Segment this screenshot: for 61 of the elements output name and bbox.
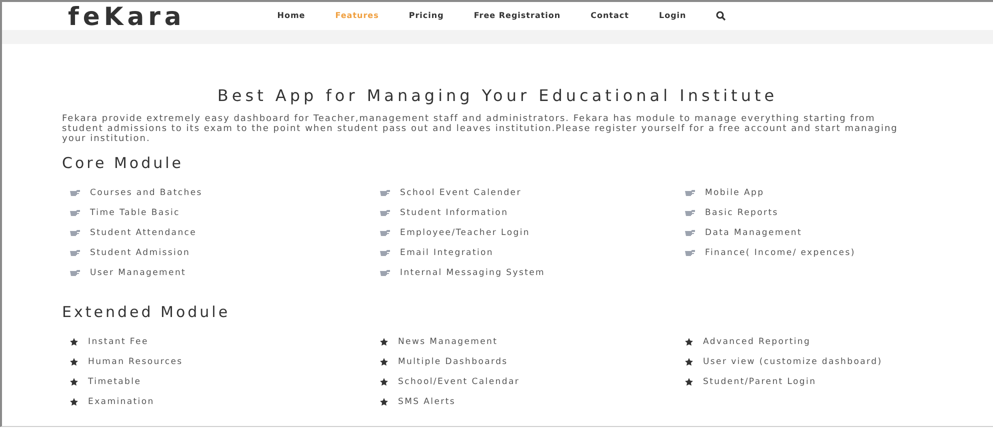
star-icon: [685, 338, 693, 346]
section-heading: Extended Module: [62, 305, 232, 320]
pointing-hand-icon: [685, 250, 695, 256]
star-icon: [70, 398, 78, 406]
module-item: User view (customize dashboard): [703, 356, 882, 368]
module-item: Examination: [88, 396, 154, 408]
module-item: Courses and Batches: [90, 186, 202, 200]
pointing-hand-icon: [685, 190, 695, 196]
star-icon: [685, 378, 693, 386]
description: Fekara provide extremely easy dashboard for Teacher,management staff and administrators. Fekara has module to manage everything starting from student admissions to its exam to the point when student pass out and leaves institution.Please register yourself for a free account and start managing your institution.: [62, 114, 899, 144]
page-title: Best App for Managing Your Educational Institute: [216, 88, 779, 104]
star-icon: [380, 398, 388, 406]
module-item: Student Attendance: [90, 226, 197, 240]
section-heading: Core Module: [62, 156, 185, 171]
nav-link[interactable]: Contact: [590, 10, 629, 22]
nav-link[interactable]: Free Registration: [474, 10, 561, 22]
pointing-hand-icon: [380, 190, 390, 196]
search-icon[interactable]: [716, 11, 726, 21]
pointing-hand-icon: [380, 210, 390, 216]
module-item: SMS Alerts: [398, 396, 456, 408]
pointing-hand-icon: [380, 250, 390, 256]
star-icon: [70, 338, 78, 346]
star-icon: [70, 358, 78, 366]
module-item: School Event Calender: [400, 186, 522, 200]
logo: feKara: [68, 4, 186, 28]
module-item: Advanced Reporting: [703, 336, 811, 348]
module-item: Student Information: [400, 206, 508, 220]
module-item: Internal Messaging System: [400, 266, 546, 280]
pointing-hand-icon: [380, 230, 390, 236]
star-icon: [380, 338, 388, 346]
module-item: Finance( Income/ expences): [705, 246, 856, 260]
pointing-hand-icon: [70, 270, 80, 276]
pointing-hand-icon: [70, 190, 80, 196]
module-item: Human Resources: [88, 356, 183, 368]
module-item: School/Event Calendar: [398, 376, 520, 388]
pointing-hand-icon: [685, 230, 695, 236]
star-icon: [380, 358, 388, 366]
module-item: Email Integration: [400, 246, 494, 260]
module-item: Multiple Dashboards: [398, 356, 508, 368]
module-item: User Management: [90, 266, 186, 280]
module-item: Student/Parent Login: [703, 376, 816, 388]
pointing-hand-icon: [70, 230, 80, 236]
module-item: Mobile App: [705, 186, 764, 200]
module-item: Basic Reports: [705, 206, 778, 220]
nav-link[interactable]: Login: [658, 10, 686, 22]
module-item: Time Table Basic: [90, 206, 180, 220]
module-item: Student Admission: [90, 246, 190, 260]
module-item: Instant Fee: [88, 336, 148, 348]
pointing-hand-icon: [685, 210, 695, 216]
star-icon: [380, 378, 388, 386]
pointing-hand-icon: [380, 270, 390, 276]
module-item: Employee/Teacher Login: [400, 226, 530, 240]
pointing-hand-icon: [70, 210, 80, 216]
module-item: Timetable: [88, 376, 142, 388]
nav-link[interactable]: Pricing: [408, 10, 444, 22]
module-item: Data Management: [705, 226, 802, 240]
module-item: News Management: [398, 336, 498, 348]
nav-link[interactable]: Home: [277, 10, 306, 22]
star-icon: [70, 378, 78, 386]
star-icon: [685, 358, 693, 366]
pointing-hand-icon: [70, 250, 80, 256]
